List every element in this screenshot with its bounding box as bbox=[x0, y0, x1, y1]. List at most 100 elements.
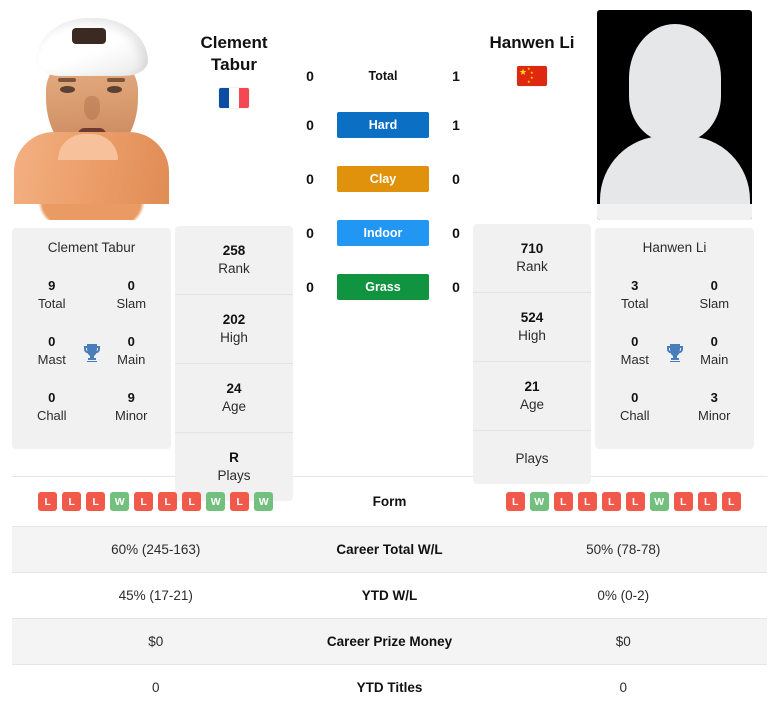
h2h-left-score: 0 bbox=[293, 68, 327, 84]
head-to-head-rows: 0Total10Hard10Clay00Indoor00Grass0 bbox=[293, 68, 473, 300]
right-name-line1: Hanwen Li bbox=[489, 33, 574, 52]
right-age-row: 21 Age bbox=[473, 362, 591, 431]
right-meta-stack: 710 Rank 524 High 21 Age Plays bbox=[473, 224, 591, 484]
trophy-icon bbox=[79, 340, 105, 366]
form-chip-loss: L bbox=[158, 492, 177, 511]
value: 258 bbox=[179, 243, 289, 258]
label: High bbox=[477, 328, 587, 343]
left-high-row: 202 High bbox=[175, 295, 293, 364]
table-row: 45% (17-21)YTD W/L0% (0-2) bbox=[12, 573, 767, 619]
row-label-ytd_titles: YTD Titles bbox=[300, 665, 480, 710]
left-titles-slam: 0 Slam bbox=[92, 269, 172, 325]
portrait-brow-right bbox=[107, 78, 125, 82]
value: 9 bbox=[14, 278, 90, 293]
h2h-left-score: 0 bbox=[293, 171, 327, 187]
left-ytd_wl-cell: 45% (17-21) bbox=[12, 573, 300, 619]
left-titles-total: 9 Total bbox=[12, 269, 92, 325]
label: Age bbox=[477, 397, 587, 412]
portrait-eye-left bbox=[60, 86, 75, 93]
form-chip-loss: L bbox=[86, 492, 105, 511]
right-form-strip: LWLLLLWLLL bbox=[486, 492, 762, 511]
left-age-row: 24 Age bbox=[175, 364, 293, 433]
left-player-name: Clement Tabur bbox=[12, 238, 171, 269]
form-chip-loss: L bbox=[626, 492, 645, 511]
label: Plays bbox=[477, 451, 587, 466]
h2h-right-score: 0 bbox=[439, 279, 473, 295]
left-player-photo bbox=[14, 10, 169, 220]
table-row: 0YTD Titles0 bbox=[12, 665, 767, 710]
left-player-title: Clement Tabur bbox=[175, 10, 293, 76]
right-titles-chall: 0 Chall bbox=[595, 381, 675, 437]
left-player-summary-card: Clement Tabur 9 Total 0 Slam bbox=[12, 228, 171, 449]
left-meta-stack: 258 Rank 202 High 24 Age R Plays bbox=[175, 226, 293, 501]
right-player-name: Hanwen Li bbox=[595, 238, 754, 269]
right-ytd_titles-cell: 0 bbox=[480, 665, 768, 710]
form-chip-loss: L bbox=[62, 492, 81, 511]
left-prize_money-cell: $0 bbox=[12, 619, 300, 665]
label: Minor bbox=[94, 408, 170, 423]
h2h-right-score: 0 bbox=[439, 225, 473, 241]
left-titles-grid: 9 Total 0 Slam 0 Mast 0 Main bbox=[12, 269, 171, 437]
flag-band-blue bbox=[219, 88, 229, 108]
right-player-title: Hanwen Li bbox=[473, 10, 591, 54]
value: 3 bbox=[677, 390, 753, 405]
form-chip-loss: L bbox=[602, 492, 621, 511]
h2h-right-score: 1 bbox=[439, 117, 473, 133]
portrait-nose bbox=[84, 96, 100, 120]
value: 524 bbox=[477, 310, 587, 325]
h2h-left-score: 0 bbox=[293, 117, 327, 133]
form-chip-loss: L bbox=[506, 492, 525, 511]
h2h-surface-label-total: Total bbox=[327, 69, 439, 83]
comparison-top-section: Clement Tabur 9 Total 0 Slam bbox=[0, 0, 779, 470]
label: Rank bbox=[477, 259, 587, 274]
h2h-row-grass: 0 Grass 0 bbox=[293, 274, 473, 300]
head-to-head-page: Clement Tabur 9 Total 0 Slam bbox=[0, 0, 779, 710]
h2h-left-score: 0 bbox=[293, 279, 327, 295]
flag-band-white bbox=[229, 88, 239, 108]
label: Age bbox=[179, 399, 289, 414]
row-label-ytd_wl: YTD W/L bbox=[300, 573, 480, 619]
right-player-photo bbox=[597, 10, 752, 220]
comparison-table: LLLWLLLWLWFormLWLLLLWLLL60% (245-163)Car… bbox=[12, 476, 767, 710]
h2h-right-score: 0 bbox=[439, 171, 473, 187]
label: Plays bbox=[179, 468, 289, 483]
h2h-row-total: 0Total1 bbox=[293, 68, 473, 84]
value: 3 bbox=[597, 278, 673, 293]
right-titles-grid: 3 Total 0 Slam 0 Mast 0 Main bbox=[595, 269, 754, 437]
value: 710 bbox=[477, 241, 587, 256]
label: Minor bbox=[677, 408, 753, 423]
left-name-line2: Tabur bbox=[211, 55, 257, 74]
form-chip-loss: L bbox=[182, 492, 201, 511]
value: 0 bbox=[677, 278, 753, 293]
right-player-column: Hanwen Li 3 Total 0 Slam bbox=[591, 10, 758, 449]
h2h-surface-label-grass[interactable]: Grass bbox=[337, 274, 429, 300]
form-chip-loss: L bbox=[698, 492, 717, 511]
trophy-icon bbox=[662, 340, 688, 366]
left-titles-minor: 9 Minor bbox=[92, 381, 172, 437]
value: 0 bbox=[94, 278, 170, 293]
h2h-surface-label-clay[interactable]: Clay bbox=[337, 166, 429, 192]
h2h-row-clay: 0 Clay 0 bbox=[293, 166, 473, 192]
table-row: 60% (245-163)Career Total W/L50% (78-78) bbox=[12, 527, 767, 573]
label: Rank bbox=[179, 261, 289, 276]
cap-logo-icon bbox=[72, 28, 106, 44]
flag-star-4: ★ bbox=[527, 80, 531, 84]
label: Total bbox=[14, 296, 90, 311]
label: High bbox=[179, 330, 289, 345]
h2h-surface-label-hard[interactable]: Hard bbox=[337, 112, 429, 138]
right-titles-minor: 3 Minor bbox=[675, 381, 755, 437]
value: 9 bbox=[94, 390, 170, 405]
right-titles-slam: 0 Slam bbox=[675, 269, 755, 325]
form-chip-win: W bbox=[110, 492, 129, 511]
value: 0 bbox=[14, 390, 90, 405]
value: 0 bbox=[94, 334, 170, 349]
portrait-brow-left bbox=[58, 78, 76, 82]
value: 0 bbox=[677, 334, 753, 349]
label: Chall bbox=[14, 408, 90, 423]
h2h-surface-label-indoor[interactable]: Indoor bbox=[337, 220, 429, 246]
value: 24 bbox=[179, 381, 289, 396]
h2h-right-score: 1 bbox=[439, 68, 473, 84]
form-chip-win: W bbox=[206, 492, 225, 511]
table-row: LLLWLLLWLWFormLWLLLLWLLL bbox=[12, 477, 767, 527]
left-player-column: Clement Tabur 9 Total 0 Slam bbox=[8, 10, 175, 449]
